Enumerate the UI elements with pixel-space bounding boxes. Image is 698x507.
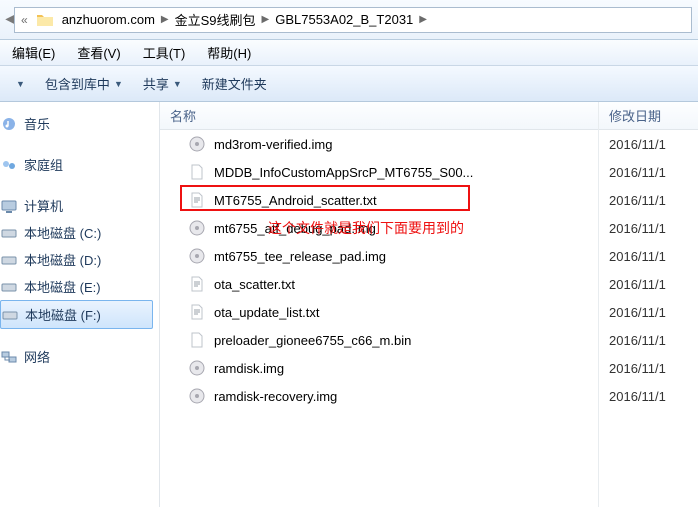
file-name: preloader_gionee6755_c66_m.bin (214, 333, 411, 348)
file-row[interactable]: ota_update_list.txt (160, 298, 598, 326)
menubar: 编辑(E) 查看(V) 工具(T) 帮助(H) (0, 40, 698, 66)
file-name: MDDB_InfoCustomAppSrcP_MT6755_S00... (214, 165, 473, 180)
toolbar-share[interactable]: 共享 ▼ (133, 70, 192, 97)
toolbar-new-folder[interactable]: 新建文件夹 (192, 70, 277, 97)
sidebar-item-disk[interactable]: 本地磁盘 (F:) (0, 300, 153, 329)
file-date: 2016/11/1 (599, 130, 698, 158)
file-name: ota_scatter.txt (214, 277, 295, 292)
file-date: 2016/11/1 (599, 298, 698, 326)
img-file-icon (188, 135, 206, 153)
file-name: md3rom-verified.img (214, 137, 332, 152)
menu-view[interactable]: 查看(V) (71, 41, 126, 64)
file-row[interactable]: MT6755_Android_scatter.txt (160, 186, 598, 214)
file-row[interactable]: MDDB_InfoCustomAppSrcP_MT6755_S00... (160, 158, 598, 186)
nav-back-button[interactable]: ◄ (6, 6, 14, 34)
sidebar-item-homegroup[interactable]: 家庭组 (0, 151, 159, 178)
disk-icon (0, 225, 18, 241)
address-bar: ◄ « anzhuorom.com ▶ 金立S9线刷包 ▶ GBL7553A02… (0, 0, 698, 40)
disk-icon (1, 307, 19, 323)
toolbar-label: 包含到库中 (45, 74, 110, 93)
chevron-right-icon: ▶ (417, 14, 429, 25)
sidebar-item-label: 本地磁盘 (F:) (25, 305, 101, 324)
sidebar-item-computer[interactable]: 计算机 (0, 192, 159, 219)
menu-tools[interactable]: 工具(T) (137, 41, 192, 64)
toolbar-label: 新建文件夹 (202, 74, 267, 93)
chevron-down-icon: ▼ (114, 79, 123, 89)
sidebar-item-label: 本地磁盘 (D:) (24, 250, 101, 269)
file-icon (188, 163, 206, 181)
img-file-icon (188, 219, 206, 237)
sidebar-item-label: 音乐 (24, 114, 50, 133)
file-date: 2016/11/1 (599, 326, 698, 354)
breadcrumb-seg[interactable]: 金立S9线刷包 (171, 10, 260, 29)
txt-file-icon (188, 303, 206, 321)
file-row[interactable]: mt6755_atf_debug_pad.img (160, 214, 598, 242)
homegroup-icon (0, 157, 18, 173)
folder-icon (36, 12, 54, 28)
sidebar-item-label: 家庭组 (24, 155, 63, 174)
file-row[interactable]: ramdisk.img (160, 354, 598, 382)
chevron-right-icon: ▶ (159, 14, 171, 25)
file-row[interactable]: preloader_gionee6755_c66_m.bin (160, 326, 598, 354)
sidebar-item-label: 计算机 (24, 196, 63, 215)
sidebar-item-music[interactable]: 音乐 (0, 110, 159, 137)
file-row[interactable]: ota_scatter.txt (160, 270, 598, 298)
menu-help[interactable]: 帮助(H) (201, 41, 257, 64)
file-row[interactable]: md3rom-verified.img (160, 130, 598, 158)
chevron-left-icon[interactable]: « (17, 13, 32, 27)
file-date: 2016/11/1 (599, 214, 698, 242)
img-file-icon (188, 359, 206, 377)
file-name: ramdisk-recovery.img (214, 389, 337, 404)
breadcrumb-seg[interactable]: GBL7553A02_B_T2031 (271, 12, 417, 27)
txt-file-icon (188, 275, 206, 293)
toolbar-label: 共享 (143, 74, 169, 93)
file-name: mt6755_atf_debug_pad.img (214, 221, 376, 236)
navigation-pane: 音乐 家庭组 计算机 本地磁盘 (C:) 本地磁盘 (D:) 本地磁盘 (E:)… (0, 102, 160, 507)
file-name: ramdisk.img (214, 361, 284, 376)
music-icon (0, 116, 18, 132)
img-file-icon (188, 387, 206, 405)
column-header-name[interactable]: 名称 (160, 102, 598, 130)
file-row[interactable]: ramdisk-recovery.img (160, 382, 598, 410)
file-row[interactable]: mt6755_tee_release_pad.img (160, 242, 598, 270)
chevron-down-icon: ▼ (173, 79, 182, 89)
file-list: md3rom-verified.img MDDB_InfoCustomAppSr… (160, 130, 598, 410)
sidebar-item-disk[interactable]: 本地磁盘 (E:) (0, 273, 159, 300)
file-name: MT6755_Android_scatter.txt (214, 193, 377, 208)
menu-edit[interactable]: 编辑(E) (6, 41, 61, 64)
breadcrumb[interactable]: « anzhuorom.com ▶ 金立S9线刷包 ▶ GBL7553A02_B… (14, 7, 692, 33)
file-name: ota_update_list.txt (214, 305, 320, 320)
sidebar-item-label: 网络 (24, 347, 50, 366)
file-icon (188, 331, 206, 349)
column-header-date[interactable]: 修改日期 (599, 102, 698, 130)
file-date: 2016/11/1 (599, 186, 698, 214)
toolbar: ▼ 包含到库中 ▼ 共享 ▼ 新建文件夹 (0, 66, 698, 102)
disk-icon (0, 252, 18, 268)
img-file-icon (188, 247, 206, 265)
toolbar-dropdown[interactable]: ▼ (6, 75, 35, 93)
chevron-right-icon: ▶ (260, 14, 272, 25)
sidebar-item-network[interactable]: 网络 (0, 343, 159, 370)
toolbar-include-in-library[interactable]: 包含到库中 ▼ (35, 70, 133, 97)
network-icon (0, 349, 18, 365)
file-date: 2016/11/1 (599, 270, 698, 298)
file-date: 2016/11/1 (599, 158, 698, 186)
file-date: 2016/11/1 (599, 354, 698, 382)
txt-file-icon (188, 191, 206, 209)
breadcrumb-seg[interactable]: anzhuorom.com (58, 12, 159, 27)
sidebar-item-label: 本地磁盘 (E:) (24, 277, 101, 296)
computer-icon (0, 198, 18, 214)
file-date: 2016/11/1 (599, 242, 698, 270)
file-name: mt6755_tee_release_pad.img (214, 249, 386, 264)
file-date: 2016/11/1 (599, 382, 698, 410)
sidebar-item-disk[interactable]: 本地磁盘 (D:) (0, 246, 159, 273)
sidebar-item-label: 本地磁盘 (C:) (24, 223, 101, 242)
sidebar-item-disk[interactable]: 本地磁盘 (C:) (0, 219, 159, 246)
disk-icon (0, 279, 18, 295)
